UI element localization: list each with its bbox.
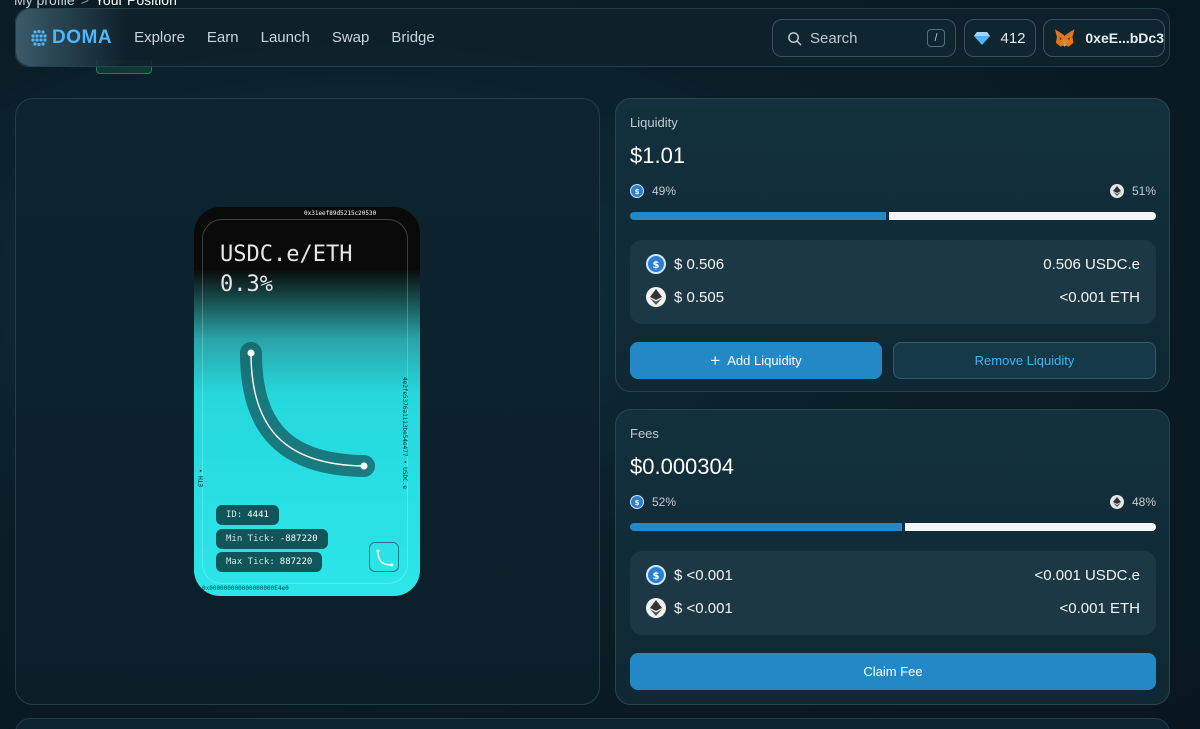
usdc-icon: $ xyxy=(646,254,666,274)
nft-mini-curve-icon xyxy=(369,542,399,572)
eth-icon xyxy=(646,287,666,307)
search-icon xyxy=(788,31,802,45)
fees-amount: $0.000304 xyxy=(630,454,734,479)
liquidity-eth-row: $ 0.505 <0.001 ETH xyxy=(646,287,1140,307)
nft-max-tick-pill: Max Tick: 887220 xyxy=(216,552,323,572)
usdc-icon: $ xyxy=(630,184,644,198)
breadcrumb-parent[interactable]: My profile xyxy=(14,0,75,8)
fees-eth-amount: <0.001 ETH xyxy=(1059,599,1140,617)
liquidity-eth-pct: 51% xyxy=(1131,184,1156,198)
nav-bridge[interactable]: Bridge xyxy=(391,29,434,46)
fees-usdc-usd: $ <0.001 xyxy=(674,566,733,584)
liquidity-token-breakdown: $ $ 0.506 0.506 USDC.e $ 0.505 <0.001 ET… xyxy=(630,240,1156,324)
nft-price-curve xyxy=(240,342,375,477)
doma-logo-icon xyxy=(31,29,47,46)
svg-text:$: $ xyxy=(653,260,660,270)
breadcrumb-current: Your Position xyxy=(94,0,177,8)
eth-icon xyxy=(646,598,666,618)
breadcrumb: My profile > Your Position xyxy=(14,0,177,8)
remove-liquidity-label: Remove Liquidity xyxy=(974,353,1075,368)
nav-launch[interactable]: Launch xyxy=(261,29,310,46)
claim-fee-button[interactable]: Claim Fee xyxy=(630,653,1156,690)
nft-pair: USDC.e/ETH xyxy=(220,242,353,267)
nft-min-tick-pill: Min Tick: -887220 xyxy=(216,529,328,549)
liquidity-eth-share: 51% xyxy=(1109,184,1156,198)
fees-label: Fees xyxy=(630,426,659,441)
fees-usdc-pct: 52% xyxy=(652,495,677,509)
eth-icon xyxy=(1109,184,1124,198)
liquidity-eth-usd: $ 0.505 xyxy=(674,288,725,306)
fees-usdc-share: $ 52% xyxy=(630,495,676,509)
wallet-address: 0xeE...bDc3 xyxy=(1085,30,1164,46)
svg-text:$: $ xyxy=(635,188,640,195)
remove-liquidity-button[interactable]: Remove Liquidity xyxy=(893,342,1156,379)
nft-pool-address-right: 4e2fe5376a1113be54e477 • USDC.e xyxy=(401,377,408,489)
claim-fee-label: Claim Fee xyxy=(863,664,923,679)
fees-eth-fill xyxy=(905,523,1156,531)
liquidity-usdc-amount: 0.506 USDC.e xyxy=(1043,255,1140,273)
nft-token-address-bottom: 0x000000000000000000E4e0 xyxy=(202,585,289,592)
nav-swap[interactable]: Swap xyxy=(332,29,370,46)
add-liquidity-label: Add Liquidity xyxy=(727,353,802,368)
nft-pool-address-top: 0x31eef89d5215c20530 xyxy=(304,210,377,217)
liquidity-usdc-row: $ $ 0.506 0.506 USDC.e xyxy=(646,254,1140,274)
nft-max-tick-label: Max Tick: xyxy=(226,557,275,567)
fees-usdc-amount: <0.001 USDC.e xyxy=(1034,566,1140,584)
nav-links: Explore Earn Launch Swap Bridge xyxy=(134,29,435,46)
nft-token-label-left: ETH • xyxy=(198,468,205,487)
nft-id-pill: ID: 4441 xyxy=(216,505,279,525)
position-nft-card: 0x31eef89d5215c20530 4e2fe5376a1113be54e… xyxy=(194,207,420,596)
nft-fee-tier: 0.3% xyxy=(220,272,273,297)
liquidity-amount: $1.01 xyxy=(630,143,686,168)
fees-panel: Fees $0.000304 $ 52% 48% $ $ <0.001 <0.0… xyxy=(615,409,1170,705)
liquidity-eth-amount: <0.001 ETH xyxy=(1059,288,1140,306)
nft-id-value: 4441 xyxy=(247,510,269,520)
nav-earn[interactable]: Earn xyxy=(207,29,239,46)
liquidity-eth-fill xyxy=(889,212,1156,220)
svg-text:$: $ xyxy=(635,499,640,506)
liquidity-usdc-pct: 49% xyxy=(652,184,677,198)
nft-max-tick-value: 887220 xyxy=(279,557,313,567)
wallet-button[interactable]: 0xeE...bDc3 xyxy=(1043,19,1165,57)
logo[interactable]: DOMA xyxy=(30,27,112,49)
logo-text: DOMA xyxy=(52,26,113,48)
nav-explore[interactable]: Explore xyxy=(134,29,185,46)
fees-token-breakdown: $ $ <0.001 <0.001 USDC.e $ <0.001 <0.001… xyxy=(630,551,1156,635)
nft-title: USDC.e/ETH 0.3% xyxy=(220,240,352,300)
liquidity-usdc-share: $ 49% xyxy=(630,184,676,198)
diamond-icon xyxy=(974,32,991,45)
points-value: 412 xyxy=(1000,29,1026,47)
bottom-panel xyxy=(15,718,1170,729)
fees-usdc-row: $ $ <0.001 <0.001 USDC.e xyxy=(646,565,1140,585)
liquidity-label: Liquidity xyxy=(630,115,678,130)
nft-min-tick-value: -887220 xyxy=(279,534,318,544)
liquidity-usdc-usd: $ 0.506 xyxy=(674,255,725,273)
fees-eth-share: 48% xyxy=(1109,495,1156,509)
svg-text:$: $ xyxy=(653,571,660,581)
usdc-icon: $ xyxy=(630,495,644,509)
breadcrumb-separator: > xyxy=(80,0,89,8)
fees-share-bar xyxy=(630,523,1156,531)
usdc-icon: $ xyxy=(646,565,666,585)
eth-icon xyxy=(1109,495,1124,509)
points-button[interactable]: 412 xyxy=(964,19,1036,57)
fees-eth-usd: $ <0.001 xyxy=(674,599,733,617)
liquidity-usdc-fill xyxy=(630,212,887,220)
liquidity-share-bar xyxy=(630,212,1156,220)
nft-min-tick-label: Min Tick: xyxy=(226,534,275,544)
liquidity-panel: Liquidity $1.01 $ 49% 51% $ $ 0.506 0.50… xyxy=(615,98,1170,392)
fees-eth-pct: 48% xyxy=(1131,495,1156,509)
search-shortcut: / xyxy=(927,29,945,47)
navbar: DOMA Explore Earn Launch Swap Bridge Sea… xyxy=(15,8,1170,67)
add-liquidity-button[interactable]: + Add Liquidity xyxy=(630,342,882,379)
fees-usdc-fill xyxy=(630,523,903,531)
metamask-fox-icon xyxy=(1054,29,1075,47)
fees-eth-row: $ <0.001 <0.001 ETH xyxy=(646,598,1140,618)
plus-icon: + xyxy=(710,351,721,370)
nft-id-label: ID: xyxy=(226,510,243,520)
search-placeholder: Search xyxy=(810,29,858,47)
search-input[interactable]: Search / xyxy=(772,19,956,57)
